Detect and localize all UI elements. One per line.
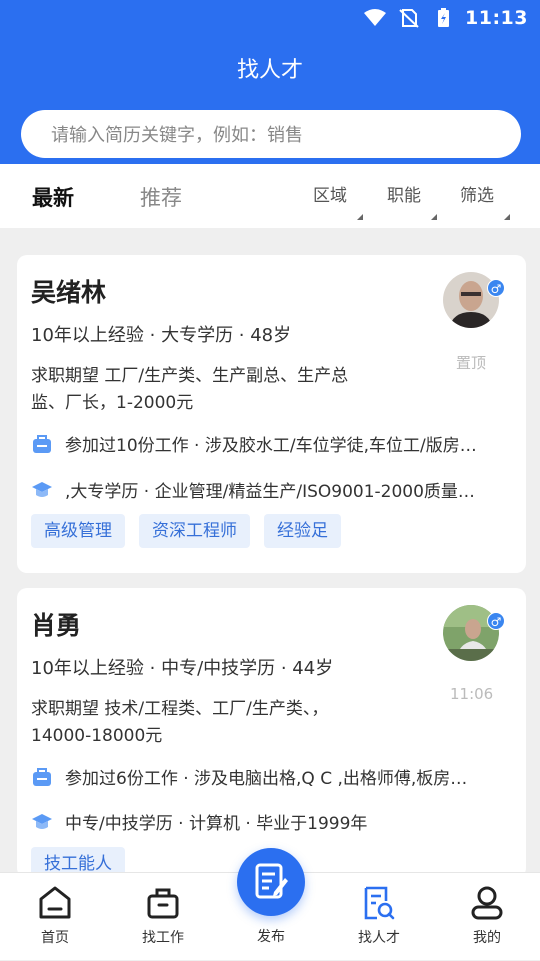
publish-button[interactable] [237,848,305,916]
nav-home[interactable]: 首页 [1,873,109,961]
talent-search-icon [364,886,395,920]
wifi-icon [364,9,387,26]
candidate-card[interactable]: 吴绪林 10年以上经验 · 大专学历 · 48岁 求职期望 工厂/生产类、生产副… [17,255,526,573]
tab-latest[interactable]: 最新 [32,182,74,212]
update-time: 11:06 [450,685,494,703]
work-history-text: 参加过10份工作 · 涉及胶水工/车位学徒,车位工/版房… [65,436,477,456]
status-time: 11:13 [465,7,528,29]
edit-icon [255,863,288,899]
candidate-name: 吴绪林 [31,278,107,307]
nav-mine-label: 我的 [473,930,501,946]
search-input[interactable]: 请输入简历关键字，例如：销售 [21,110,521,158]
pinned-label: 置顶 [456,354,487,372]
page-title: 找人才 [236,58,303,83]
male-gender-icon: ♂ [487,279,505,297]
briefcase-icon [147,888,179,919]
filter-function[interactable]: 职能 [387,181,437,220]
tag: 经验足 [264,514,341,548]
tag: 高级管理 [31,514,125,548]
filter-function-label: 职能 [387,186,421,206]
app-header: 11:13 找人才 请输入简历关键字，例如：销售 [0,0,540,164]
education-row: 中专/中技学历 · 计算机 · 毕业于1999年 [31,809,511,834]
dropdown-triangle-icon [431,214,437,220]
nav-find-talent[interactable]: 找人才 [325,873,433,961]
filter-region[interactable]: 区域 [313,181,363,220]
tag-list: 高级管理 资深工程师 经验足 [31,514,341,548]
work-history-row: 参加过6份工作 · 涉及电脑出格,Q C ,出格师傅,板房… [31,764,511,789]
work-history-text: 参加过6份工作 · 涉及电脑出格,Q C ,出格师傅,板房… [65,769,468,789]
user-icon [471,886,503,920]
education-text: ,大专学历 · 企业管理/精益生产/ISO9001-2000质量… [65,482,475,502]
nav-publish-label: 发布 [257,929,285,945]
education-text: 中专/中技学历 · 计算机 · 毕业于1999年 [65,814,368,834]
candidate-name: 肖勇 [31,611,82,640]
home-icon [39,886,71,919]
expectation-line: 监、厂长，1-2000元 [31,393,194,413]
tabs-bar: 最新 推荐 区域 职能 筛选 [0,164,540,228]
graduation-cap-icon [32,813,52,829]
filter-more[interactable]: 筛选 [460,181,510,220]
nav-find-job[interactable]: 找工作 [109,873,217,961]
battery-charging-icon [438,8,450,27]
education-row: ,大专学历 · 企业管理/精益生产/ISO9001-2000质量… [31,477,511,502]
search-placeholder: 请输入简历关键字，例如：销售 [51,125,303,146]
nav-find-job-label: 找工作 [142,930,184,946]
candidate-expectation: 求职期望 技术/工程类、工厂/生产类、， 14000-18000元 [31,696,391,750]
expectation-line: 求职期望 技术/工程类、工厂/生产类、， [31,699,329,719]
expectation-line: 14000-18000元 [31,726,163,746]
dropdown-triangle-icon [357,214,363,220]
candidate-meta: 10年以上经验 · 中专/中技学历 · 44岁 [31,658,334,679]
nav-find-talent-label: 找人才 [358,930,400,946]
nav-home-label: 首页 [41,930,69,946]
tab-recommend[interactable]: 推荐 [140,182,182,212]
tag: 资深工程师 [139,514,250,548]
candidate-card[interactable]: 肖勇 10年以上经验 · 中专/中技学历 · 44岁 求职期望 技术/工程类、工… [17,588,526,881]
briefcase-icon [33,434,51,453]
nav-mine[interactable]: 我的 [433,873,540,961]
work-history-row: 参加过10份工作 · 涉及胶水工/车位学徒,车位工/版房… [31,431,511,456]
status-bar: 11:13 [363,6,528,30]
male-gender-icon: ♂ [487,612,505,630]
filter-more-label: 筛选 [460,186,494,206]
graduation-cap-icon [32,481,52,497]
dropdown-triangle-icon [504,214,510,220]
no-sim-icon [399,9,419,28]
filter-region-label: 区域 [313,186,347,206]
briefcase-icon [33,767,51,786]
expectation-line: 求职期望 工厂/生产类、生产副总、生产总 [31,366,349,386]
candidate-meta: 10年以上经验 · 大专学历 · 48岁 [31,325,292,346]
candidate-expectation: 求职期望 工厂/生产类、生产副总、生产总 监、厂长，1-2000元 [31,363,391,417]
